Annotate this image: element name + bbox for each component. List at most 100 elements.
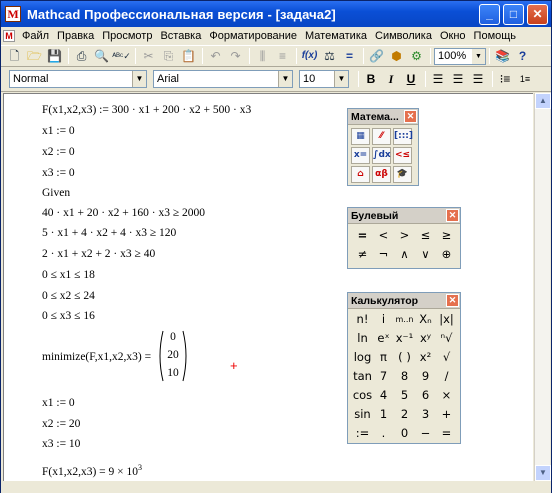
calc-power-button[interactable]: xʸ [415,329,436,348]
calc-multiply-button[interactable]: × [436,386,457,405]
menu-window[interactable]: Окно [437,30,471,42]
calc-sin-button[interactable]: sin [352,405,373,424]
calc-square-button[interactable]: x² [415,348,436,367]
insert-function-icon[interactable]: f(x) [300,47,319,65]
calc-inverse-button[interactable]: x⁻¹ [394,329,415,348]
vertical-scrollbar[interactable]: ▲ ▼ [534,93,551,481]
final-value[interactable]: F(x1,x2,x3) = 9 × 103 [42,463,142,478]
open-folder-icon[interactable]: 🗁 [25,47,44,65]
scroll-down-icon[interactable]: ▼ [535,465,551,481]
calculator-toolbar-panel[interactable]: Калькулятор ✕ n! i m..n Xₙ |x| ln eˣ x⁻¹ xʸ ⁿ√ log… [347,292,461,444]
boolean-less-button[interactable]: < [373,226,394,245]
calc-ln-button[interactable]: ln [352,329,373,348]
minimize-expression[interactable]: minimize(F,x1,x2,x3) = [42,351,151,363]
function-definition[interactable]: F(x1,x2,x3) := 300 · x1 + 200 · x2 + 500… [42,104,251,116]
title-bar[interactable]: M Mathcad Профессиональная версия - [зад… [1,1,551,27]
menu-file[interactable]: Файл [19,30,54,42]
calc-digit-2-button[interactable]: 2 [394,405,415,424]
boolean-panel-titlebar[interactable]: Булевый ✕ [348,208,460,224]
boolean-equal-button[interactable]: = [352,226,373,245]
calc-digit-0-button[interactable]: 0 [394,424,415,443]
calc-tan-button[interactable]: tan [352,367,373,386]
calc-digit-1-button[interactable]: 1 [373,405,394,424]
maximize-button[interactable]: □ [503,4,524,25]
boolean-greater-equal-button[interactable]: ≥ [436,226,457,245]
calc-imaginary-unit-button[interactable]: i [373,310,394,329]
calc-define-button[interactable]: := [352,424,373,443]
math-panel-titlebar[interactable]: Матема... ✕ [348,109,418,125]
calc-factorial-button[interactable]: n! [352,310,373,329]
close-icon[interactable]: ✕ [446,209,459,222]
calc-digit-3-button[interactable]: 3 [415,405,436,424]
insert-component-icon[interactable]: ⬢ [387,47,406,65]
align-regions-down-icon[interactable]: ≡ [273,47,292,65]
constraint-3[interactable]: 2 · x1 + x2 + 2 · x3 ≥ 40 [42,248,155,260]
calc-digit-7-button[interactable]: 7 [373,367,394,386]
help-icon[interactable]: ? [513,47,532,65]
calc-exp-button[interactable]: eˣ [373,329,394,348]
calc-nth-root-button[interactable]: ⁿ√ [436,329,457,348]
chevron-down-icon[interactable]: ▼ [278,71,292,87]
menu-format[interactable]: Форматирование [206,30,302,42]
given-keyword[interactable]: Given [42,187,70,199]
calc-cos-button[interactable]: cos [352,386,373,405]
calc-digit-9-button[interactable]: 9 [415,367,436,386]
evaluation-toolbar-icon[interactable]: x= [351,147,370,164]
bullet-list-icon[interactable]: ⁝≡ [496,70,514,88]
close-icon[interactable]: ✕ [446,294,459,307]
calc-decimal-point-button[interactable]: . [373,424,394,443]
boolean-greater-button[interactable]: > [394,226,415,245]
run-script-icon[interactable]: ⚙ [407,47,426,65]
zoom-select[interactable]: 100% ▼ [434,47,486,65]
align-center-icon[interactable]: ☰ [449,70,467,88]
print-preview-icon[interactable]: 🔍 [92,47,111,65]
calc-square-root-button[interactable]: √ [436,348,457,367]
constraint-2[interactable]: 5 · x1 + 4 · x2 + 4 · x3 ≥ 120 [42,227,176,239]
calc-log-button[interactable]: log [352,348,373,367]
bound-x1[interactable]: 0 ≤ x1 ≤ 18 [42,269,95,281]
copy-icon[interactable]: ⎘ [159,47,178,65]
menu-math[interactable]: Математика [302,30,372,42]
greek-toolbar-icon[interactable]: αβ [372,166,391,183]
calculator-panel-titlebar[interactable]: Калькулятор ✕ [348,293,460,309]
spell-check-icon[interactable]: ᴬᴮᶜ✓ [112,47,131,65]
math-toolbar-panel[interactable]: Матема... ✕ ▦ ⁄⁄ [:::] x= ∫dx <≤ ⌂ αβ 🎓 [347,108,419,186]
menu-edit[interactable]: Правка [54,30,99,42]
align-regions-across-icon[interactable]: ⫼ [253,47,272,65]
x3-initial[interactable]: x3 := 0 [42,167,75,179]
chevron-down-icon[interactable]: ▼ [132,71,146,87]
symbolic-toolbar-icon[interactable]: 🎓 [393,166,412,183]
boolean-xor-button[interactable]: ⊕ [436,245,457,264]
calculate-icon[interactable]: = [340,47,359,65]
x2-initial[interactable]: x2 := 0 [42,146,75,158]
calc-divide-button[interactable]: / [436,367,457,386]
menu-help[interactable]: Помощь [471,30,522,42]
matrix-toolbar-icon[interactable]: [:::] [393,128,413,145]
align-right-icon[interactable]: ☰ [469,70,487,88]
calc-digit-5-button[interactable]: 5 [394,386,415,405]
menu-insert[interactable]: Вставка [157,30,206,42]
calc-absolute-value-button[interactable]: |x| [436,310,457,329]
calc-range-variable-button[interactable]: m..n [394,310,415,329]
boolean-and-button[interactable]: ∧ [394,245,415,264]
italic-button[interactable]: I [382,70,400,88]
redo-icon[interactable]: ↷ [226,47,245,65]
worksheet[interactable]: F(x1,x2,x3) := 300 · x1 + 200 · x2 + 500… [3,93,533,481]
numbered-list-icon[interactable]: 1≡ [516,70,534,88]
bound-x2[interactable]: 0 ≤ x2 ≤ 24 [42,290,95,302]
scroll-up-icon[interactable]: ▲ [535,93,551,109]
calc-plus-button[interactable]: + [436,405,457,424]
bold-button[interactable]: B [362,70,380,88]
calc-subscript-button[interactable]: Xₙ [415,310,436,329]
calculator-toolbar-icon[interactable]: ▦ [351,128,370,145]
underline-button[interactable]: U [402,70,420,88]
x2-result[interactable]: x2 := 20 [42,418,80,430]
chevron-down-icon[interactable]: ▼ [472,48,485,64]
document-icon[interactable]: M [3,30,15,42]
menu-symbolics[interactable]: Символика [372,30,437,42]
calc-digit-6-button[interactable]: 6 [415,386,436,405]
print-icon[interactable]: ⎙ [72,47,91,65]
chevron-down-icon[interactable]: ▼ [334,71,348,87]
boolean-or-button[interactable]: ∨ [415,245,436,264]
cut-icon[interactable]: ✂ [139,47,158,65]
